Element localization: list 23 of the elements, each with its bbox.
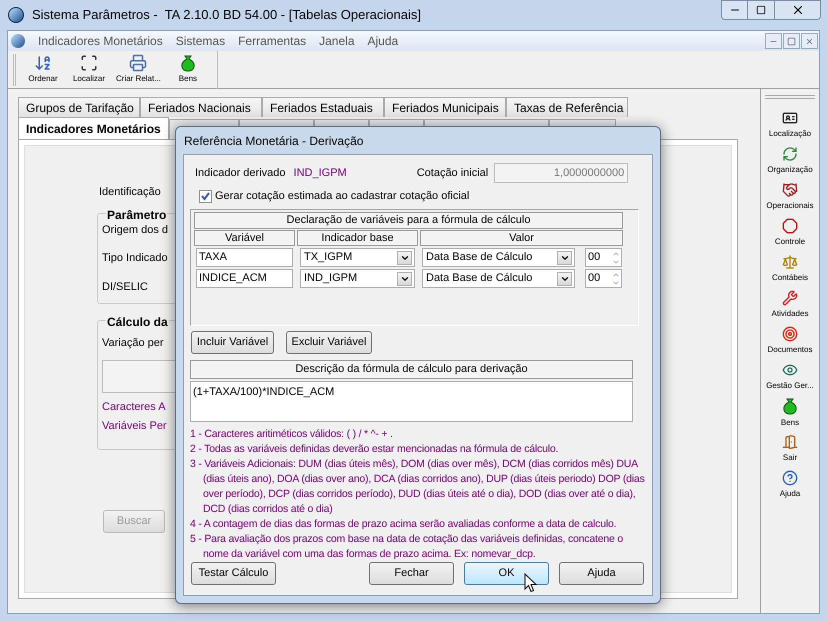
- instruction-text: 4 - A contagem de dias das formas de prazo acima serão avaliadas conforme a data de calculo.: [190, 517, 618, 532]
- field-label: DI/SELIC: [102, 280, 148, 294]
- instruction-text: 3 - Variáveis Adicionais: DUM (dias úteis mês), DOM (dias over mês), DCM (dias corridos mês) DUA (dias úteis ano), DOA (dias over ano), DCA (dias corridos ano), DUP (dias úteis periodo) DOP (dias over período), DCP (dias corridos período), DUD (dias úteis até o dia), DOD (dias over até o dia), DCD (dias corridos até o dia): [190, 457, 646, 517]
- note-text: Caracteres A: [102, 400, 166, 414]
- checkbox-label: Gerar cotação estimada ao cadastrar cotação oficial: [215, 188, 470, 204]
- column-header: Valor: [420, 230, 623, 246]
- window-title: Sistema Parâmetros - TA 2.10.0 BD 54.00 - [Tabelas Operacionais]: [32, 6, 421, 24]
- field-label: Indicador derivado: [195, 166, 286, 181]
- field-label: Identificação: [99, 185, 161, 200]
- field-label: Tipo Indicado: [102, 251, 168, 266]
- formula-header: Descrição da fórmula de cálculo para derivação: [190, 360, 633, 379]
- indicator-value: IND_IGPM: [294, 166, 347, 181]
- note-text: Variáveis Per: [102, 419, 167, 434]
- instruction-text: 5 - Para avaliação dos prazos com base na data de cotação das variáveis definidas, concatene o nome da variável com uma das formas de prazo acima. Ex: nomevar_dcp.: [190, 532, 624, 562]
- field-label: Cotação inicial: [416, 166, 488, 181]
- instruction-text: 2 - Todas as variáveis definidas deverão estar mencionadas na fórmula de cálculo.: [190, 442, 560, 457]
- column-header: Indicador base: [297, 230, 418, 246]
- field-label: Variação per: [102, 336, 164, 351]
- field-label: Origem dos d: [102, 222, 168, 238]
- grid-title: Declaração de variáveis para a fórmula de cálculo: [194, 212, 623, 229]
- column-header: Variável: [194, 230, 295, 246]
- instruction-text: 1 - Caracteres aritiméticos válidos: ( ) / * ^- + .: [190, 427, 394, 442]
- dialog-title: Referência Monetária - Derivação: [184, 132, 364, 150]
